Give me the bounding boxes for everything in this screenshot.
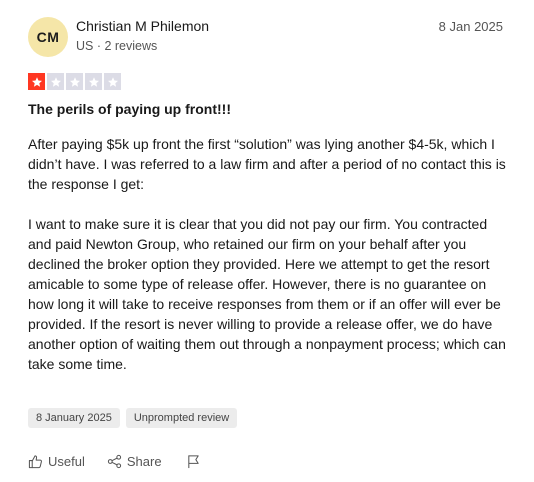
useful-label: Useful xyxy=(48,454,85,469)
star-rating xyxy=(28,73,121,90)
review-body: After paying $5k up front the first “sol… xyxy=(28,134,506,374)
review-card: CM Christian M Philemon US · 2 reviews 8… xyxy=(0,0,534,482)
review-paragraph: After paying $5k up front the first “sol… xyxy=(28,136,506,192)
review-type-tag: Unprompted review xyxy=(125,408,238,428)
useful-button[interactable]: Useful xyxy=(28,454,85,469)
avatar[interactable]: CM xyxy=(28,17,68,57)
avatar-initials: CM xyxy=(36,29,60,45)
review-date: 8 Jan 2025 xyxy=(438,19,503,34)
review-actions: Useful Share xyxy=(28,454,201,469)
share-label: Share xyxy=(126,454,162,469)
share-icon xyxy=(107,454,122,469)
thumbs-up-icon xyxy=(28,454,43,469)
star-icon xyxy=(47,73,64,90)
author-name[interactable]: Christian M Philemon xyxy=(76,18,209,34)
report-button[interactable] xyxy=(186,454,201,469)
review-title[interactable]: The perils of paying up front!!! xyxy=(28,101,231,117)
experience-date-tag: 8 January 2025 xyxy=(28,408,120,428)
flag-icon xyxy=(186,454,201,469)
star-icon xyxy=(66,73,83,90)
star-icon xyxy=(104,73,121,90)
star-icon xyxy=(85,73,102,90)
star-icon xyxy=(28,73,45,90)
author-meta: US · 2 reviews xyxy=(76,39,158,53)
review-paragraph: I want to make sure it is clear that you… xyxy=(28,216,506,372)
share-button[interactable]: Share xyxy=(107,454,162,469)
review-tags: 8 January 2025 Unprompted review xyxy=(28,408,238,428)
